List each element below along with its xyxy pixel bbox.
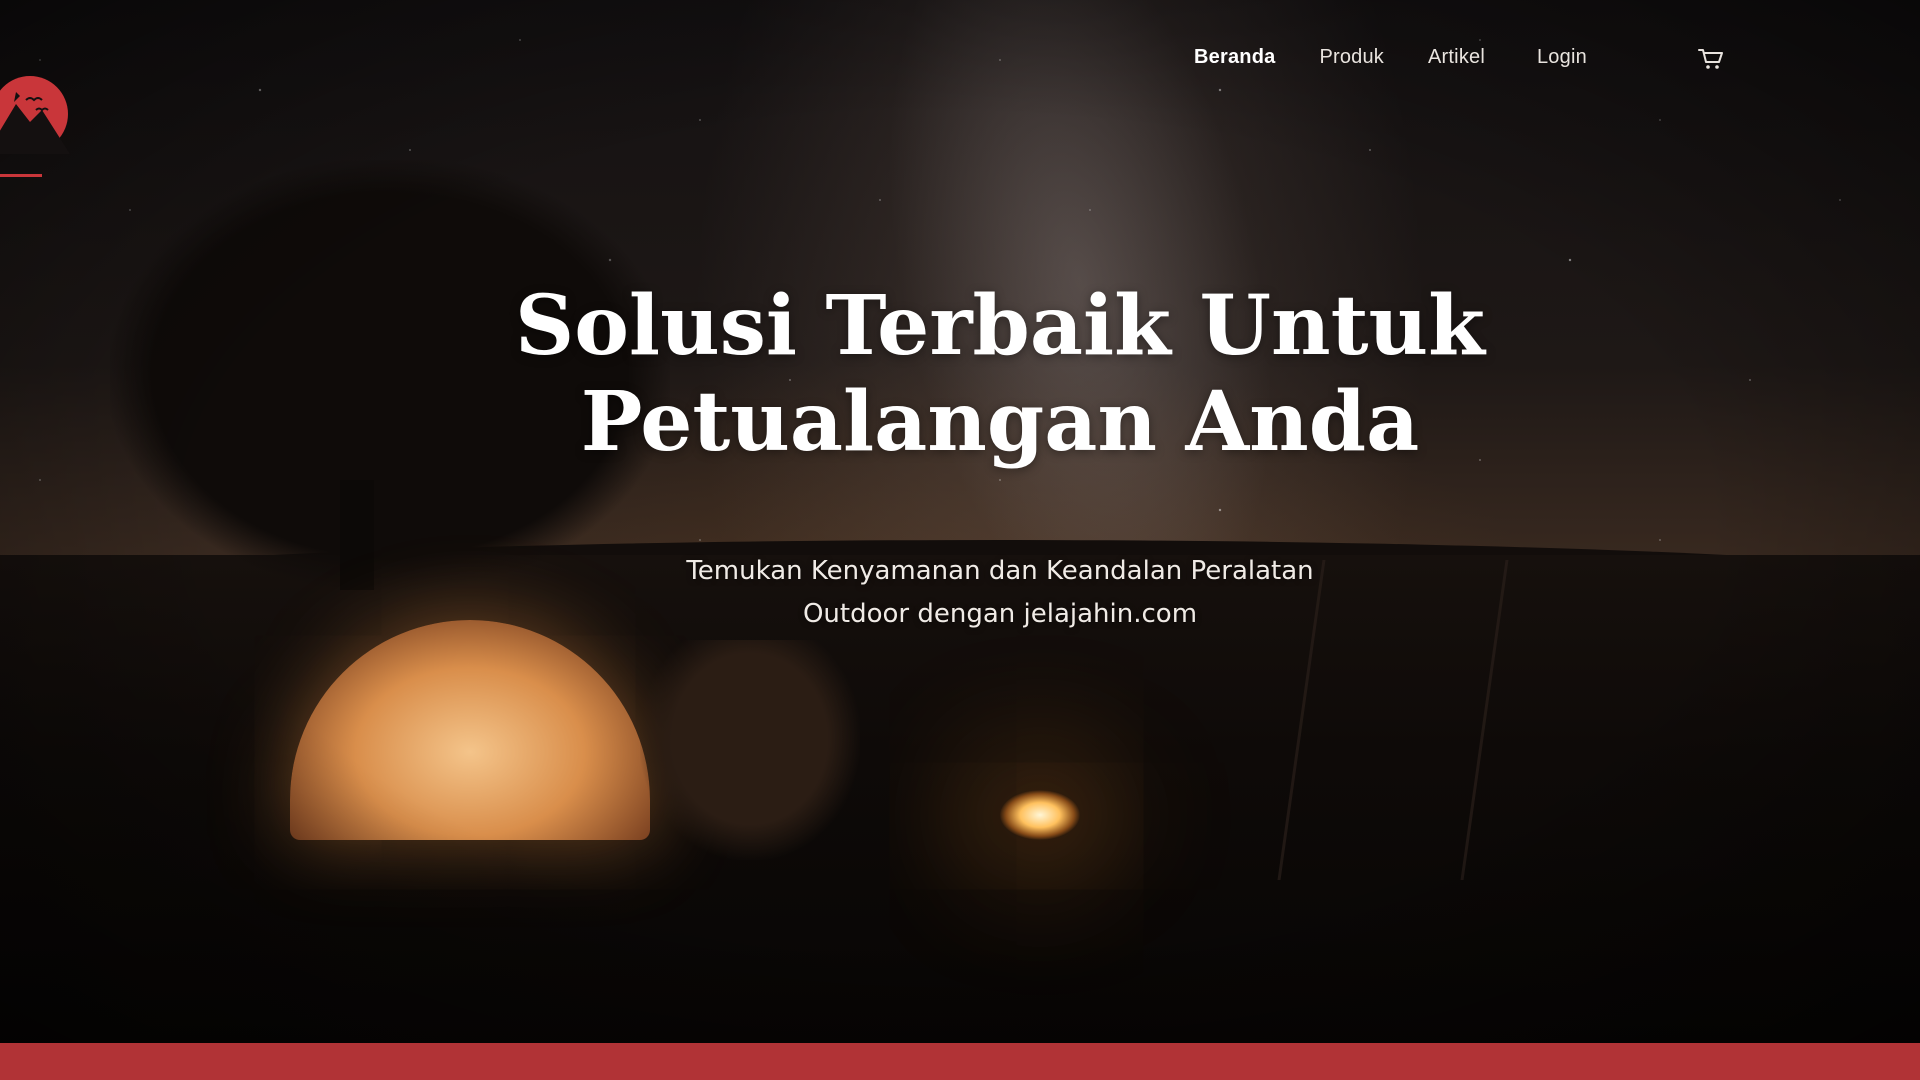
hero-background-image xyxy=(0,0,1920,1043)
hero-subtitle-line-2: Outdoor dengan jelajahin.com xyxy=(802,599,1198,629)
hero-headline-line-1: Solusi Terbaik Untuk xyxy=(515,278,1485,374)
vignette-overlay xyxy=(0,0,1920,1043)
hero-headline-line-2: Petualangan Anda xyxy=(580,374,1420,470)
brand-logo[interactable] xyxy=(0,44,74,184)
landing-page: Beranda Produk Artikel Login Solusi Terb… xyxy=(0,0,1920,1080)
hero-subtitle-line-1: Temukan Kenyamanan dan Keandalan Peralat… xyxy=(686,556,1314,586)
hero-headline: Solusi Terbaik Untuk Petualangan Anda xyxy=(460,278,1540,470)
main-nav: Beranda Produk Artikel Login xyxy=(1194,46,1587,69)
cart-icon[interactable] xyxy=(1697,47,1725,71)
login-link[interactable]: Login xyxy=(1537,46,1587,69)
section-divider-bar xyxy=(0,1043,1920,1080)
nav-link-produk[interactable]: Produk xyxy=(1319,46,1384,69)
nav-link-artikel[interactable]: Artikel xyxy=(1428,46,1485,69)
nav-link-beranda[interactable]: Beranda xyxy=(1194,46,1275,69)
hero-subtitle: Temukan Kenyamanan dan Keandalan Peralat… xyxy=(560,550,1440,636)
